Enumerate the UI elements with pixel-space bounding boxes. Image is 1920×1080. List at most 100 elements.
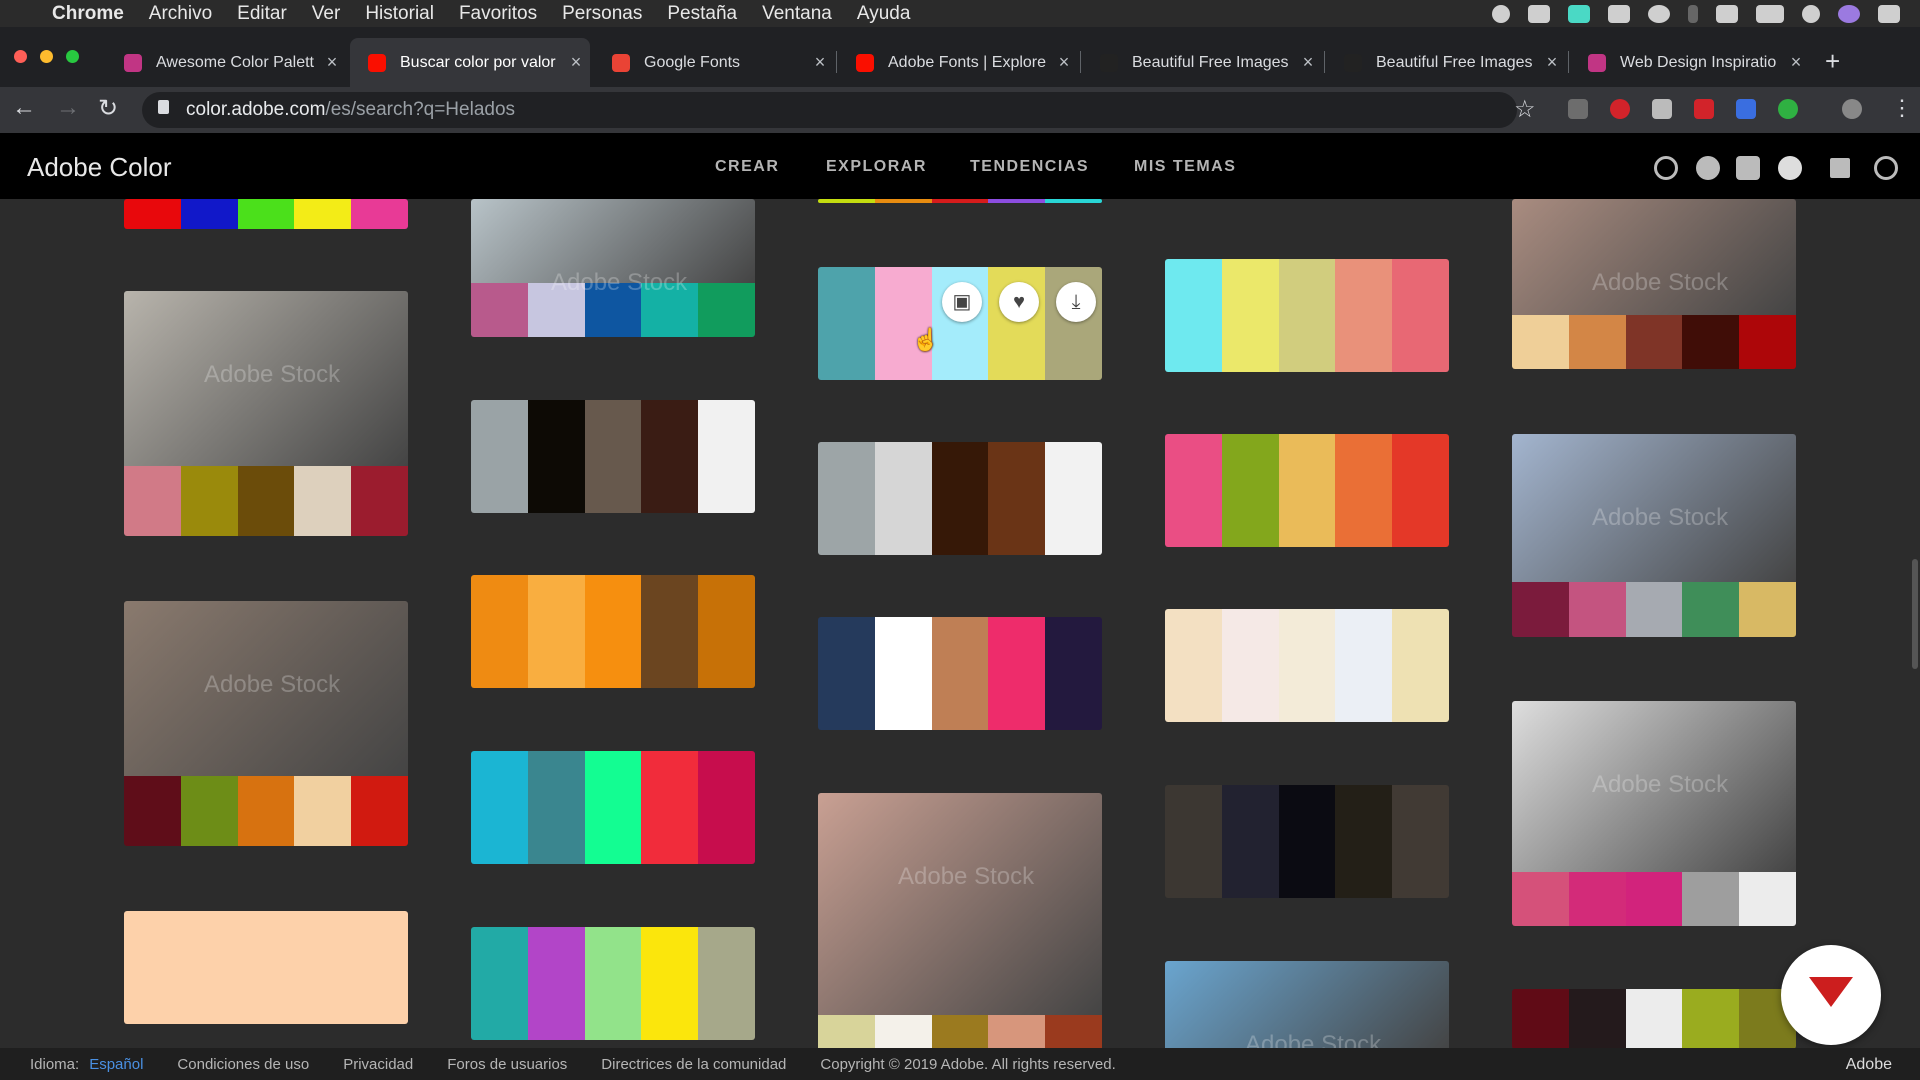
color-swatch[interactable] [641, 751, 699, 864]
palette-card[interactable]: Adobe Stock [1512, 199, 1796, 369]
color-swatch[interactable] [1045, 1015, 1102, 1048]
color-swatch[interactable] [874, 267, 932, 380]
creative-cloud-icon[interactable] [1874, 156, 1898, 180]
color-swatch[interactable] [1221, 609, 1279, 722]
color-swatch[interactable] [1392, 609, 1449, 722]
color-swatch[interactable] [698, 283, 755, 337]
color-swatch[interactable] [1278, 785, 1336, 898]
palette-card[interactable] [1165, 259, 1449, 372]
color-swatch[interactable] [1682, 989, 1740, 1048]
time-machine-icon[interactable] [1648, 4, 1670, 23]
chrome-menu-icon[interactable]: ⋮ [1891, 95, 1913, 121]
menu-ventana[interactable]: Ventana [762, 3, 832, 25]
color-swatch[interactable] [1165, 434, 1222, 547]
color-swatch[interactable] [1512, 872, 1569, 926]
color-swatch[interactable] [237, 776, 295, 846]
stock-photo[interactable]: Adobe Stock [471, 199, 755, 296]
tab-close-icon[interactable]: × [562, 52, 590, 73]
color-swatch[interactable] [1045, 199, 1102, 203]
menu-favoritos[interactable]: Favoritos [459, 3, 537, 25]
copy-icon[interactable]: ▣ [942, 282, 982, 322]
download-icon[interactable]: ⤓ [1056, 282, 1096, 322]
color-swatch[interactable] [1625, 315, 1683, 369]
color-swatch[interactable] [1739, 315, 1796, 369]
color-swatch[interactable] [931, 199, 989, 203]
adobe-color-logo[interactable]: Adobe Color [27, 152, 172, 183]
color-swatch[interactable] [124, 776, 181, 846]
scrollbar-thumb[interactable] [1912, 559, 1918, 669]
tab-close-icon[interactable]: × [1294, 52, 1322, 73]
palette-card[interactable]: Adobe Stock [1512, 701, 1796, 926]
address-bar[interactable]: color.adobe.com/es/search?q=Helados [142, 92, 1517, 128]
stock-photo[interactable]: Adobe Stock [1165, 961, 1449, 1048]
forward-button[interactable]: → [56, 94, 80, 122]
color-swatch[interactable] [818, 1015, 875, 1048]
color-swatch[interactable] [1392, 434, 1449, 547]
menu-historial[interactable]: Historial [365, 3, 434, 25]
color-swatch[interactable] [1335, 785, 1393, 898]
tab-close-icon[interactable]: × [1782, 52, 1810, 73]
profile-avatar[interactable] [1842, 99, 1862, 119]
search-icon[interactable] [1802, 4, 1820, 23]
extension-green-icon[interactable] [1778, 99, 1798, 119]
color-swatch[interactable] [1045, 442, 1102, 555]
color-swatch[interactable] [988, 442, 1046, 555]
palette-card[interactable]: Adobe Stock [1165, 961, 1449, 1048]
palette-card[interactable] [818, 199, 1102, 203]
color-swatch[interactable] [988, 1015, 1046, 1048]
color-swatch[interactable] [294, 466, 352, 536]
color-swatch[interactable] [874, 442, 932, 555]
chat-launcher-button[interactable] [1781, 945, 1881, 1045]
palette-card[interactable] [1165, 434, 1449, 547]
color-swatch[interactable] [1335, 434, 1393, 547]
battery-icon[interactable] [1756, 4, 1784, 23]
color-swatch[interactable] [698, 575, 755, 688]
palette-card[interactable] [818, 442, 1102, 555]
color-swatch[interactable] [1625, 582, 1683, 637]
extension-adblock-icon[interactable] [1610, 99, 1630, 119]
lock-icon[interactable] [158, 100, 169, 114]
close-window-button[interactable] [14, 50, 27, 63]
color-swatch[interactable] [1739, 872, 1796, 926]
browser-tab[interactable]: Beautiful Free Images × [1326, 38, 1566, 87]
color-swatch[interactable] [471, 927, 528, 1040]
color-swatch[interactable] [931, 1015, 989, 1048]
wifi-icon[interactable] [1716, 4, 1738, 23]
menu-ayuda[interactable]: Ayuda [857, 3, 911, 25]
stock-photo[interactable]: Adobe Stock [124, 601, 408, 776]
app-icon[interactable] [1568, 4, 1590, 23]
color-swatch[interactable] [180, 466, 238, 536]
color-swatch[interactable] [1278, 609, 1336, 722]
color-swatch[interactable] [1739, 582, 1796, 637]
scrollbar[interactable] [1910, 199, 1920, 1048]
color-swatch[interactable] [641, 575, 699, 688]
color-swatch[interactable] [1568, 582, 1626, 637]
palette-card[interactable]: Adobe Stock [124, 601, 408, 846]
color-swatch[interactable] [1278, 434, 1336, 547]
reload-button[interactable]: ↻ [98, 94, 118, 123]
menu-ver[interactable]: Ver [312, 3, 341, 25]
color-swatch[interactable] [818, 267, 875, 380]
menu-editar[interactable]: Editar [237, 3, 287, 25]
notification-center-icon[interactable] [1878, 4, 1900, 23]
menu-archivo[interactable]: Archivo [149, 3, 212, 25]
cloud-icon[interactable] [1528, 4, 1550, 23]
color-swatch[interactable] [471, 751, 528, 864]
nav-mis-temas[interactable]: MIS TEMAS [1134, 158, 1236, 176]
color-swatch[interactable] [1045, 617, 1102, 730]
nav-tendencias[interactable]: TENDENCIAS [970, 158, 1089, 176]
color-swatch[interactable] [584, 927, 642, 1040]
color-swatch[interactable] [294, 776, 352, 846]
color-swatch[interactable] [1165, 609, 1222, 722]
color-swatch[interactable] [1221, 434, 1279, 547]
color-swatch[interactable] [1625, 872, 1683, 926]
color-swatch[interactable] [1682, 872, 1740, 926]
color-swatch[interactable] [698, 751, 755, 864]
tab-close-icon[interactable]: × [1050, 52, 1078, 73]
footer-terms-link[interactable]: Condiciones de uso [177, 1056, 309, 1073]
color-swatch[interactable] [874, 617, 932, 730]
browser-tab[interactable]: Buscar color por valor × [350, 38, 590, 87]
palette-card[interactable] [124, 911, 408, 1024]
color-swatch[interactable] [1165, 259, 1222, 372]
stock-photo[interactable]: Adobe Stock [1512, 434, 1796, 582]
